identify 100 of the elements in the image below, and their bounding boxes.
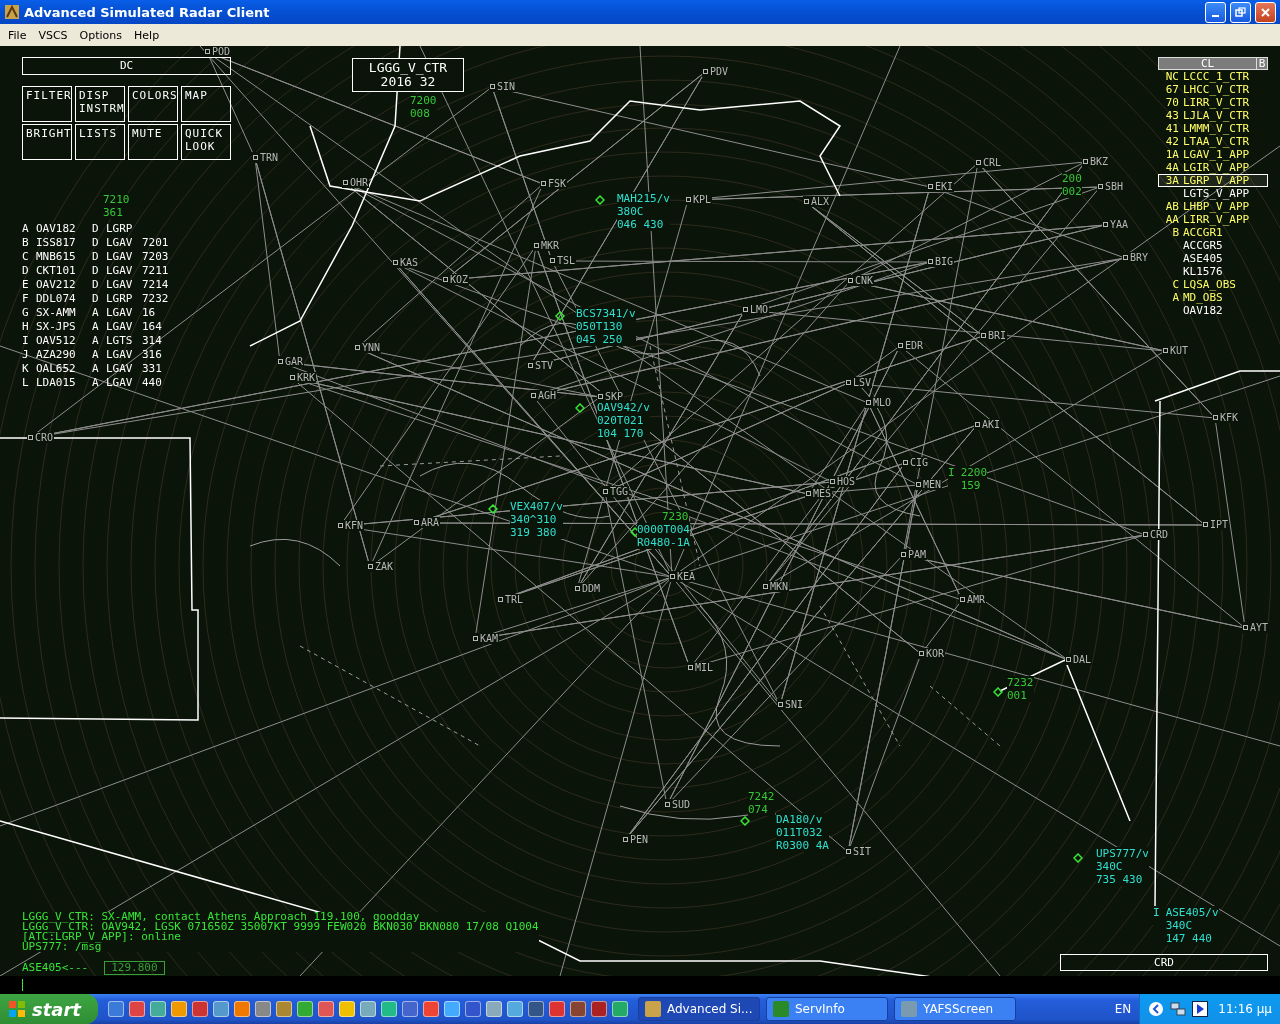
quick-launch-icon[interactable] [612,1001,628,1017]
controller-row[interactable]: LGTS_V_APP [1158,187,1268,200]
aircraft-data-block[interactable]: 7230 [662,510,689,523]
menu-item[interactable]: Options [73,28,129,42]
fix-label: KEA [669,571,697,582]
aircraft-target-icon[interactable] [1073,853,1083,863]
quick-launch-icon[interactable] [360,1001,376,1017]
quick-launch-icon[interactable] [150,1001,166,1017]
quick-launch-icon[interactable] [108,1001,124,1017]
controller-code: 70 [1164,97,1180,108]
controller-row[interactable]: 70 LIRR_V_CTR [1158,96,1268,109]
fix-label: HOS [829,476,857,487]
controller-row[interactable]: A MD_OBS [1158,291,1268,304]
controller-row[interactable]: ASE405 [1158,252,1268,265]
aircraft-target-icon[interactable] [575,403,585,413]
controller-row[interactable]: NC LCCC_1_CTR [1158,70,1268,83]
controller-row[interactable]: AA LIRR_V_APP [1158,213,1268,226]
aircraft-data-block[interactable]: I ASE405/v 340C 147 440 [1153,906,1219,945]
taskbar-button[interactable]: Advanced Si... [638,997,760,1021]
dcb-button[interactable]: FILTER [22,86,72,122]
controller-row[interactable]: 43 LJLA_V_CTR [1158,109,1268,122]
flight-airport: LGAV [106,250,134,263]
taskbar-button[interactable]: ServInfo [766,997,888,1021]
dcb-button[interactable]: LISTS [75,124,125,160]
quick-launch-icon[interactable] [507,1001,523,1017]
aircraft-data-block[interactable]: 200 002 [1062,172,1082,198]
controller-row[interactable]: B ACCGR1 [1158,226,1268,239]
aircraft-data-block[interactable]: OAV942/v 020T021 104 170 [597,401,650,440]
quick-launch-icon[interactable] [570,1001,586,1017]
menu-item[interactable]: Help [128,28,166,42]
quick-launch-icon[interactable] [381,1001,397,1017]
fix-label: PAM [900,549,928,560]
aircraft-target-icon[interactable] [595,195,605,205]
quick-launch-icon[interactable] [339,1001,355,1017]
controller-row[interactable]: 1A LGAV_1_APP [1158,148,1268,161]
controller-row[interactable]: 3A LGRP_V_APP [1158,174,1268,187]
aircraft-data-block[interactable]: 0000T004 R0480-1A [637,523,690,549]
frequency-field[interactable]: 129.800 [104,961,165,975]
controller-row[interactable]: AB LHBP_V_APP [1158,200,1268,213]
quick-launch-icon[interactable] [423,1001,439,1017]
aircraft-target-icon[interactable] [555,311,565,321]
start-button[interactable]: start [0,994,98,1024]
aircraft-data-block[interactable]: 7242 074 [748,790,775,816]
controller-row[interactable]: C LQSA_OBS [1158,278,1268,291]
aircraft-data-block[interactable]: DA180/v 011T032 R0300 4A [776,813,829,852]
network-icon[interactable] [1170,1001,1187,1017]
quick-launch-icon[interactable] [276,1001,292,1017]
dcb-button[interactable]: COLORS [128,86,178,122]
play-icon[interactable] [1192,1001,1209,1017]
controller-code: 43 [1164,110,1180,121]
menu-item[interactable]: File [2,28,33,42]
controller-row[interactable]: 4A LGIR_V_APP [1158,161,1268,174]
controller-row[interactable]: KL1576 [1158,265,1268,278]
aircraft-data-block[interactable]: 7200 008 [410,94,437,120]
quick-launch-icon[interactable] [255,1001,271,1017]
window-title: Advanced Simulated Radar Client [24,4,271,20]
aircraft-data-block[interactable]: VEX407/v 340^310 319 380 [510,500,563,539]
dcb-button[interactable]: BRIGHT [22,124,72,160]
quick-launch-icon[interactable] [402,1001,418,1017]
fix-label: KOZ [442,274,470,285]
quick-launch-icon[interactable] [129,1001,145,1017]
quick-launch-icon[interactable] [591,1001,607,1017]
chevron-left-icon[interactable] [1148,1001,1165,1017]
quick-launch-icon[interactable] [171,1001,187,1017]
taskbar-button[interactable]: YAFSScreen [894,997,1016,1021]
aircraft-target-icon[interactable] [993,687,1003,697]
aircraft-target-icon[interactable] [488,504,498,514]
dcb-button[interactable]: DISP INSTRM [75,86,125,122]
controller-row[interactable]: ACCGR5 [1158,239,1268,252]
quick-launch-icon[interactable] [234,1001,250,1017]
controller-row[interactable]: 42 LTAA_V_CTR [1158,135,1268,148]
quick-launch-icon[interactable] [549,1001,565,1017]
minimize-button[interactable] [1205,1,1226,23]
list-toggle-button[interactable]: B [1256,58,1267,69]
dcb-button[interactable]: MAP [181,86,231,122]
aircraft-data-block[interactable]: UPS777/v 340C 735 430 [1096,847,1149,886]
quick-launch-icon[interactable] [444,1001,460,1017]
quick-launch-icon[interactable] [528,1001,544,1017]
quick-launch-icon[interactable] [318,1001,334,1017]
controller-row[interactable]: 67 LHCC_V_CTR [1158,83,1268,96]
language-indicator[interactable]: EN [1106,1002,1140,1016]
aircraft-data-block[interactable]: 7210 361 [103,193,130,219]
aircraft-data-block[interactable]: 7232 001 [1007,676,1034,702]
dcb-button[interactable]: MUTE [128,124,178,160]
menu-item[interactable]: VSCS [32,28,74,42]
flight-callsign: SX-AMM [36,306,77,319]
restore-button[interactable] [1230,1,1251,23]
aircraft-target-icon[interactable] [740,816,750,826]
quick-launch-icon[interactable] [213,1001,229,1017]
aircraft-data-block[interactable]: I 2200 159 [948,466,988,492]
quick-launch-icon[interactable] [486,1001,502,1017]
controller-row[interactable]: 41 LMMM_V_CTR [1158,122,1268,135]
close-button[interactable] [1255,1,1276,23]
quick-launch-icon[interactable] [465,1001,481,1017]
quick-launch-icon[interactable] [192,1001,208,1017]
quick-launch-icon[interactable] [297,1001,313,1017]
controller-row[interactable]: OAV182 [1158,304,1268,317]
aircraft-data-block[interactable]: BCS7341/v 050T130 045 250 [576,307,636,346]
dcb-button[interactable]: QUICK LOOK [181,124,231,160]
aircraft-data-block[interactable]: MAH215/v 380C 046 430 [617,192,670,231]
